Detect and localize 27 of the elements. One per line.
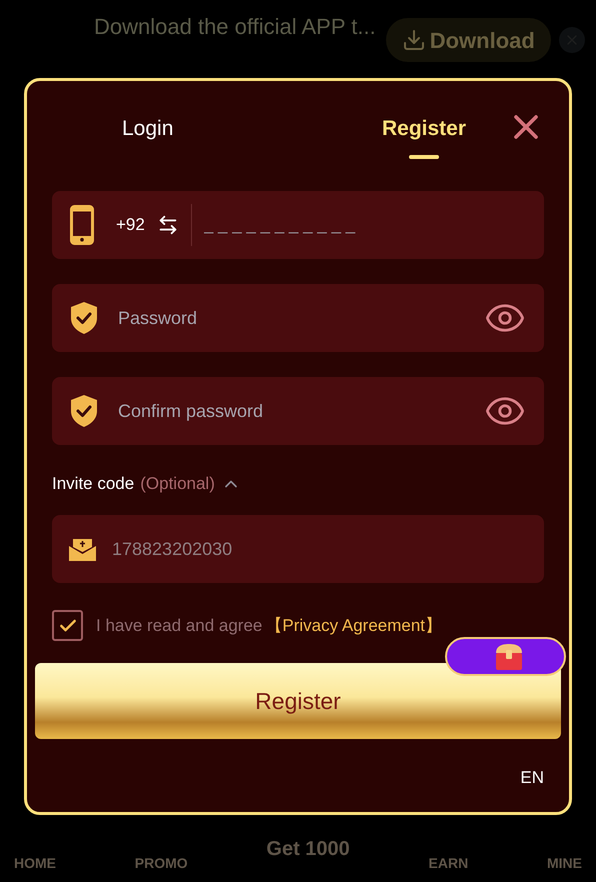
password-field[interactable]: Confirm password [52, 377, 544, 445]
invite-code-field[interactable]: 178823202030 [52, 515, 544, 583]
password-input[interactable]: Confirm password [118, 398, 484, 424]
country-code: +92 [116, 214, 145, 236]
gift-bubble[interactable] [445, 637, 566, 676]
register-button[interactable]: Register [35, 663, 561, 739]
tab-underline [409, 154, 440, 158]
agree-checkbox[interactable] [52, 610, 83, 641]
shield-check-icon [70, 301, 98, 335]
phone-field[interactable]: +92 _ _ _ _ _ _ _ _ _ _ _ [52, 191, 544, 259]
phone-input[interactable]: _ _ _ _ _ _ _ _ _ _ _ [204, 212, 526, 238]
envelope-icon [69, 537, 96, 561]
tab[interactable]: Register [382, 113, 466, 161]
download-icon [402, 28, 426, 52]
tab[interactable]: Login [122, 113, 174, 161]
banner-text: Download the official APP t... [94, 13, 376, 41]
invite-label: Invite code [52, 473, 134, 496]
invite-code-input[interactable]: 178823202030 [112, 536, 527, 562]
password-field[interactable]: Password [52, 284, 544, 352]
password-input[interactable]: Password [118, 304, 484, 332]
treasure-chest-icon [494, 642, 524, 670]
privacy-agreement-link[interactable]: 【Privacy Agreement】 [265, 612, 442, 638]
language-button[interactable]: EN [520, 764, 544, 790]
optional-label: (Optional) [140, 473, 215, 496]
phone-icon [70, 205, 94, 245]
shield-check-icon [70, 394, 98, 428]
agreement-text: I have read and agree [96, 614, 262, 637]
